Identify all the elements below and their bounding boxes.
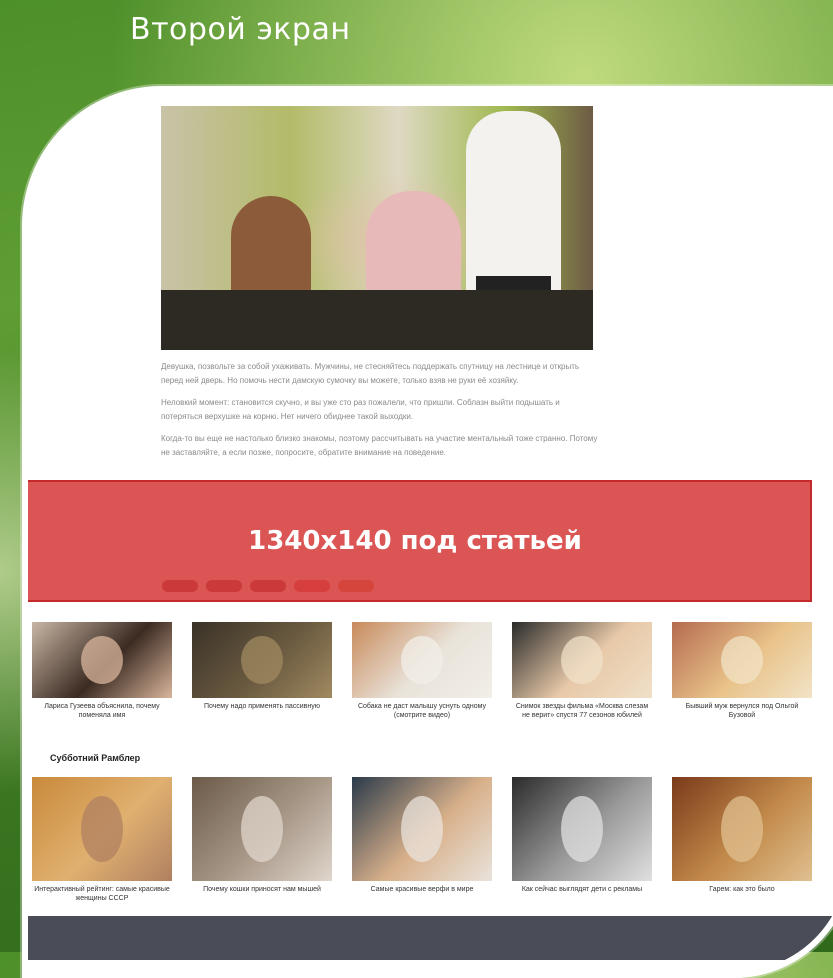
rambler-section-title: Субботний Рамблер	[50, 753, 141, 763]
article-card[interactable]: Почему надо применять пассивную	[192, 622, 332, 720]
article-page: Девушка, позвольте за собой ухаживать. М…	[28, 102, 833, 960]
article-caption[interactable]: Собака не даст малышу уснуть одному (смо…	[352, 702, 492, 720]
thumbnail-subject	[81, 635, 123, 685]
article-card[interactable]: Как сейчас выглядят дети с рекламы	[512, 777, 652, 903]
article-card[interactable]: Лариса Гузеева объяснила, почему поменял…	[32, 622, 172, 720]
hero-table	[161, 290, 593, 350]
ad-banner-placeholder[interactable]: 1340x140 под статьей	[28, 480, 812, 602]
related-articles: Лариса Гузеева объяснила, почему поменял…	[32, 622, 812, 720]
article-card[interactable]: Самые красивые верфи в мире	[352, 777, 492, 903]
article-hero-image	[161, 106, 593, 350]
thumbnail-subject	[561, 795, 603, 863]
article-caption[interactable]: Лариса Гузеева объяснила, почему поменял…	[32, 702, 172, 720]
article-card[interactable]: Почему кошки приносят нам мышей	[192, 777, 332, 903]
thumbnail-subject	[401, 795, 443, 863]
article-thumbnail[interactable]	[352, 622, 492, 698]
article-paragraph: Девушка, позвольте за собой ухаживать. М…	[161, 362, 580, 385]
rambler-articles: Интерактивный рейтинг: самые красивые же…	[32, 777, 812, 903]
ad-banner-label: 1340x140 под статьей	[248, 526, 582, 556]
article-card[interactable]: Снимок звезды фильма «Москва слезам не в…	[512, 622, 652, 720]
article-thumbnail[interactable]	[352, 777, 492, 881]
article-caption[interactable]: Самые красивые верфи в мире	[352, 885, 492, 894]
article-thumbnail[interactable]	[192, 622, 332, 698]
article-card[interactable]: Гарем: как это было	[672, 777, 812, 903]
screenshot-frame: Девушка, позвольте за собой ухаживать. М…	[22, 86, 833, 978]
page-footer	[28, 916, 833, 960]
thumbnail-subject	[561, 635, 603, 685]
thumbnail-subject	[241, 795, 283, 863]
thumbnail-subject	[721, 795, 763, 863]
article-paragraph: Неловкий момент: становится скучно, и вы…	[161, 398, 560, 421]
article-thumbnail[interactable]	[32, 622, 172, 698]
article-card[interactable]: Собака не даст малышу уснуть одному (смо…	[352, 622, 492, 720]
thumbnail-subject	[721, 635, 763, 685]
article-caption[interactable]: Почему надо применять пассивную	[192, 702, 332, 711]
article-thumbnail[interactable]	[672, 622, 812, 698]
article-thumbnail[interactable]	[512, 622, 652, 698]
article-caption[interactable]: Как сейчас выглядят дети с рекламы	[512, 885, 652, 894]
slide-title: Второй экран	[130, 12, 351, 47]
thumbnail-subject	[401, 635, 443, 685]
article-caption[interactable]: Почему кошки приносят нам мышей	[192, 885, 332, 894]
article-thumbnail[interactable]	[32, 777, 172, 881]
article-caption[interactable]: Снимок звезды фильма «Москва слезам не в…	[512, 702, 652, 720]
article-caption[interactable]: Гарем: как это было	[672, 885, 812, 894]
article-caption[interactable]: Интерактивный рейтинг: самые красивые же…	[32, 885, 172, 903]
article-paragraph: Когда-то вы еще не настолько близко знак…	[161, 434, 598, 457]
article-thumbnail[interactable]	[512, 777, 652, 881]
article-card[interactable]: Интерактивный рейтинг: самые красивые же…	[32, 777, 172, 903]
thumbnail-subject	[81, 795, 123, 863]
article-card[interactable]: Бывший муж вернулся под Ольгой Бузовой	[672, 622, 812, 720]
article-thumbnail[interactable]	[672, 777, 812, 881]
article-caption[interactable]: Бывший муж вернулся под Ольгой Бузовой	[672, 702, 812, 720]
article-thumbnail[interactable]	[192, 777, 332, 881]
thumbnail-subject	[241, 635, 283, 685]
article-body: Девушка, позвольте за собой ухаживать. М…	[161, 360, 601, 468]
